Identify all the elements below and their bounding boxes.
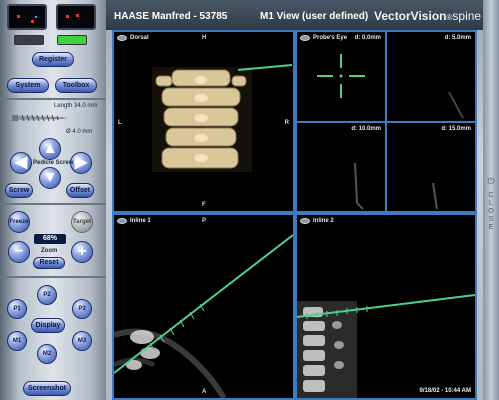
zoom-value: 68% — [34, 234, 66, 244]
divider — [0, 98, 106, 100]
orientation-label: A — [202, 389, 207, 395]
status-lamp-off — [14, 35, 44, 45]
display-button[interactable]: Display — [31, 318, 65, 333]
arrow-up-button[interactable]: ▲ — [39, 138, 61, 160]
orientation-label: P — [202, 218, 207, 224]
header-bar: HAASE Manfred - 53785 M1 View (user defi… — [106, 0, 483, 30]
probe-slice-15mm — [432, 182, 438, 210]
brand-logo: VectorVision®spine — [374, 9, 482, 23]
marker-red-dot — [31, 20, 34, 23]
tracking-display-1 — [7, 4, 47, 30]
viewport-title: Probe's Eye — [313, 35, 348, 41]
viewport-title: Dorsal — [130, 35, 149, 41]
preset-p3-button[interactable]: P3 — [72, 299, 92, 319]
orientation-label: F — [202, 202, 206, 208]
marker-red-dot — [17, 15, 20, 18]
brand-product: spine — [452, 9, 482, 23]
depth-label: d: 15.0mm — [441, 126, 471, 132]
offset-button[interactable]: Offset — [66, 183, 94, 198]
screw-diameter-label: Ø 4.0 mm — [66, 129, 93, 135]
viewport-probes-eye[interactable]: Probe's Eye d: 0.0mm d: 5.0mm d: 10.0mm … — [295, 30, 477, 213]
zoom-out-button[interactable]: − — [8, 241, 30, 263]
probe-slice-10mm — [354, 162, 364, 210]
crosshair-icon — [317, 54, 365, 98]
app-window: Register System Toolbox Length 34.0 mm Ø… — [0, 0, 499, 400]
toolbox-button[interactable]: Toolbox — [55, 78, 97, 93]
monitor-m3-button[interactable]: M3 — [72, 331, 92, 351]
viewport-title: Inline 2 — [313, 218, 334, 224]
depth-label: d: 0.0mm — [354, 35, 381, 41]
inline-2-slice — [297, 294, 475, 398]
depth-label: d: 5.0mm — [444, 35, 471, 41]
orientation-label: H — [202, 35, 207, 41]
divider — [0, 203, 106, 205]
screw-length-label: Length 34.0 mm — [54, 103, 98, 109]
eye-icon[interactable] — [300, 218, 310, 224]
target-button[interactable]: Target — [71, 211, 93, 233]
orientation-label: L — [118, 120, 122, 126]
viewport-title: Inline 1 — [130, 218, 151, 224]
status-lamp-on — [57, 35, 87, 45]
eye-icon[interactable] — [117, 218, 127, 224]
tracking-display-2 — [56, 4, 96, 30]
viewport-inline-1[interactable]: Inline 1 P A — [112, 213, 295, 400]
freeze-button[interactable]: Freeze — [8, 211, 30, 233]
eye-icon[interactable] — [300, 35, 310, 41]
system-button[interactable]: System — [7, 78, 49, 93]
power-icon[interactable]: ⏻ — [486, 176, 496, 186]
screw-button[interactable]: Screw — [5, 183, 33, 198]
arrow-right-icon: ▶ — [74, 154, 88, 171]
arrow-down-button[interactable]: ▼ — [39, 167, 61, 189]
spine-3d-render — [152, 64, 293, 172]
brand-name: VectorVision — [374, 9, 447, 23]
patient-name: HAASE Manfred - 53785 — [114, 11, 228, 22]
marker-blue-dot — [35, 16, 37, 18]
probe-slice-5mm — [448, 91, 464, 119]
screenshot-button[interactable]: Screenshot — [23, 381, 71, 396]
close-button[interactable]: CLOSE — [487, 192, 495, 232]
zoom-in-button[interactable]: + — [71, 241, 93, 263]
control-panel: Register System Toolbox Length 34.0 mm Ø… — [0, 0, 106, 400]
preset-p2-button[interactable]: P2 — [37, 285, 57, 305]
right-strip: ⏻ CLOSE — [483, 0, 499, 400]
preset-p1-button[interactable]: P1 — [7, 299, 27, 319]
divider — [0, 276, 106, 278]
monitor-m2-button[interactable]: M2 — [37, 344, 57, 364]
arrow-down-icon: ▼ — [42, 169, 58, 186]
arrow-left-button[interactable]: ◀ — [10, 152, 32, 174]
timestamp: 9/18/02 - 10:44 AM — [419, 388, 471, 394]
viewport-dorsal[interactable]: Dorsal H L R F — [112, 30, 295, 213]
register-button[interactable]: Register — [32, 52, 74, 67]
view-title: M1 View (user defined) — [260, 11, 369, 22]
eye-icon[interactable] — [117, 35, 127, 41]
viewport-grid: Dorsal H L R F Probe's Eye d: 0.0mm d: 5… — [112, 30, 477, 400]
orientation-label: R — [284, 120, 289, 126]
pedicle-screw-label: Pedicle Screw — [33, 160, 74, 166]
marker-red-dot — [66, 15, 69, 18]
arrow-up-icon: ▲ — [42, 140, 58, 157]
viewport-inline-2[interactable]: Inline 2 9/18/02 - 10:44 AM — [295, 213, 477, 400]
marker-red-dot — [76, 14, 79, 17]
zoom-label: Zoom — [41, 248, 58, 254]
inline-1-slice — [114, 234, 293, 398]
screw-icon — [12, 114, 68, 122]
monitor-m1-button[interactable]: M1 — [7, 331, 27, 351]
reset-button[interactable]: Reset — [33, 257, 65, 269]
depth-label: d: 10.0mm — [351, 126, 381, 132]
arrow-left-icon: ◀ — [14, 154, 28, 171]
